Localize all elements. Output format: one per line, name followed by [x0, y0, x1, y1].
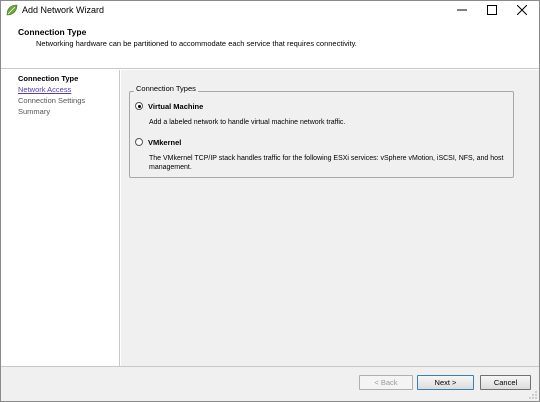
virtual-machine-radio[interactable]	[135, 102, 143, 110]
maximize-button[interactable]	[477, 1, 507, 19]
step-network-access[interactable]: Network Access	[18, 85, 71, 94]
virtual-machine-label[interactable]: Virtual Machine	[148, 102, 203, 111]
maximize-icon	[487, 5, 497, 15]
wizard-header: Connection Type Networking hardware can …	[1, 19, 539, 69]
close-button[interactable]	[507, 1, 537, 19]
wizard-content: Connection Types Virtual Machine Add a l…	[121, 70, 539, 366]
virtual-machine-description: Add a labeled network to handle virtual …	[149, 119, 346, 126]
step-summary: Summary	[18, 107, 51, 116]
vmware-leaf-icon	[6, 4, 18, 16]
cancel-button[interactable]: Cancel	[480, 375, 531, 390]
add-network-wizard-window: Add Network Wizard Connection Type Netwo…	[0, 0, 540, 402]
resize-grip-icon[interactable]	[529, 391, 537, 399]
step-connection-type[interactable]: Connection Type	[18, 74, 78, 83]
window-title: Add Network Wizard	[22, 5, 105, 15]
close-icon	[517, 5, 527, 15]
minimize-button[interactable]	[447, 1, 477, 19]
wizard-steps-nav: Connection Type Network Access Connectio…	[1, 70, 120, 366]
vmkernel-description: The VMkernel TCP/IP stack handles traffi…	[149, 155, 504, 171]
step-connection-settings: Connection Settings	[18, 96, 86, 105]
wizard-button-bar: < Back Next > Cancel	[1, 366, 539, 401]
back-button[interactable]: < Back	[359, 375, 413, 390]
page-subtitle: Networking hardware can be partitioned t…	[36, 39, 357, 48]
vmkernel-label[interactable]: VMkernel	[148, 138, 181, 147]
page-title: Connection Type	[18, 27, 87, 37]
title-bar[interactable]: Add Network Wizard	[1, 1, 539, 19]
vmkernel-radio[interactable]	[135, 138, 143, 146]
next-button[interactable]: Next >	[417, 375, 474, 390]
connection-types-legend: Connection Types	[134, 84, 198, 93]
minimize-icon	[457, 9, 467, 11]
